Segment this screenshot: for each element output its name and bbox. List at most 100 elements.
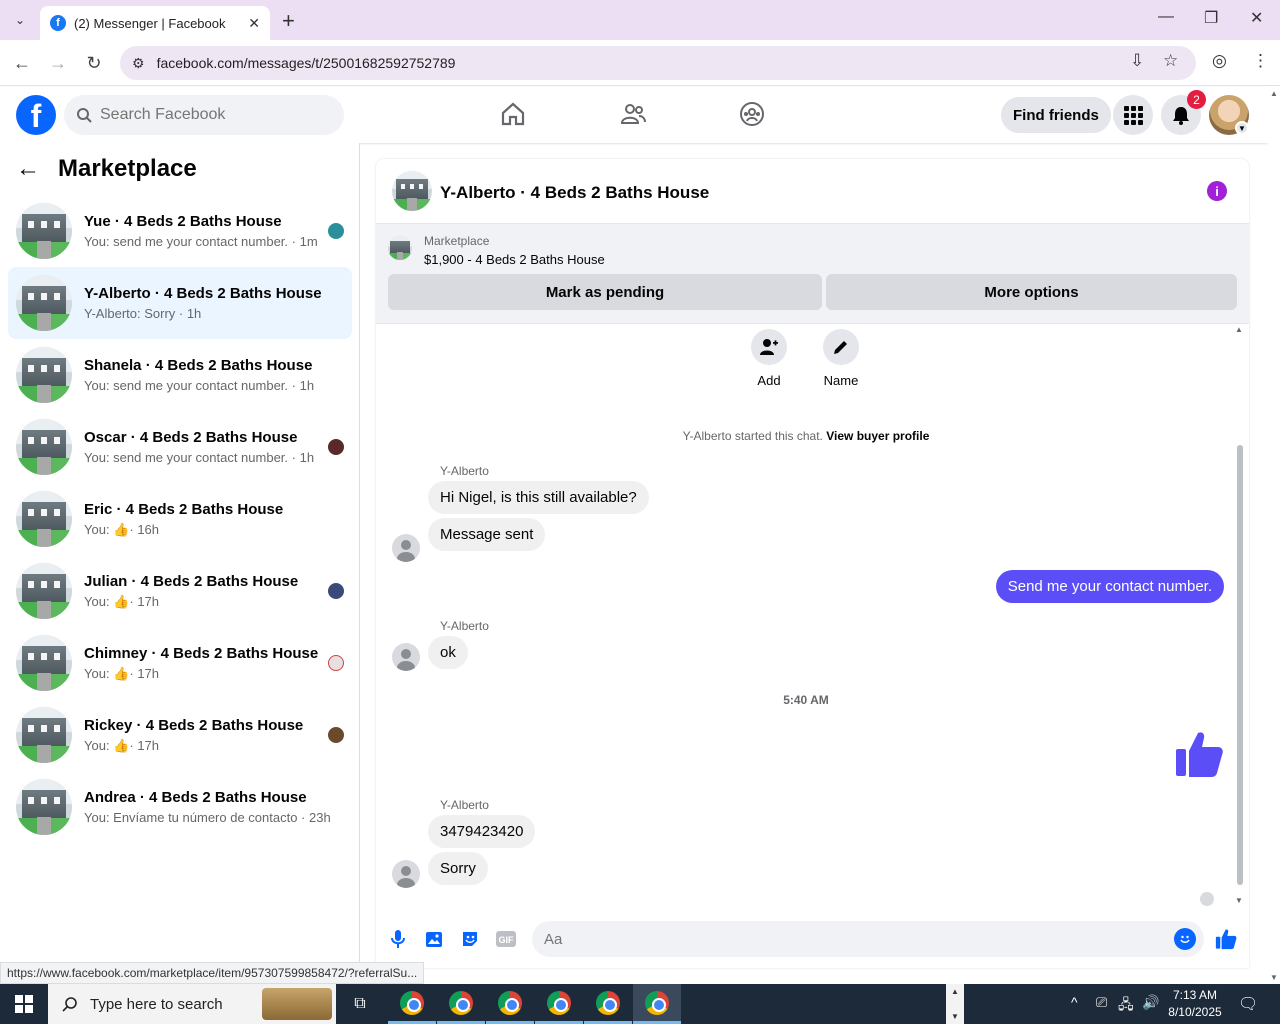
profile-icon[interactable]: ◎	[1212, 51, 1227, 71]
chevron-down-icon[interactable]: ▼	[951, 1012, 959, 1021]
incoming-message[interactable]: Hi Nigel, is this still available?	[428, 481, 649, 514]
conversation-item[interactable]: Chimney · 4 Beds 2 Baths House You: 👍· 1…	[8, 627, 352, 699]
install-app-icon[interactable]: ⇩	[1130, 51, 1144, 71]
page-scroll-up-icon[interactable]: ▲	[1270, 89, 1278, 98]
volume-icon[interactable]: 🔊	[1142, 994, 1159, 1011]
conversation-name: Shanela · 4 Beds 2 Baths House	[84, 357, 313, 374]
home-icon[interactable]	[498, 99, 528, 129]
emoji-icon[interactable]	[1174, 928, 1196, 950]
conversation-item-active[interactable]: Y-Alberto · 4 Beds 2 Baths House Y-Alber…	[8, 267, 352, 339]
address-bar[interactable]: ⚙ facebook.com/messages/t/25001682592752…	[120, 46, 1196, 80]
tab-search-button[interactable]: ⌄	[8, 8, 32, 32]
thumbs-up-icon: 👍	[113, 737, 130, 753]
listing-thumbnail	[16, 347, 72, 403]
page-scroll-down-icon[interactable]: ▼	[1270, 973, 1278, 982]
conversation-item[interactable]: Rickey · 4 Beds 2 Baths House You: 👍· 17…	[8, 699, 352, 771]
microphone-icon[interactable]	[386, 927, 410, 951]
sender-avatar[interactable]	[392, 534, 420, 562]
scroll-up-icon[interactable]: ▲	[1235, 325, 1243, 334]
taskbar-search[interactable]: Type here to search	[48, 984, 336, 1024]
marketplace-sidebar: ← Marketplace Yue · 4 Beds 2 Baths House…	[0, 143, 360, 968]
conversation-preview: You: send me your contact number. · 1m	[84, 234, 318, 249]
add-people-action[interactable]: Add	[739, 329, 799, 388]
more-options-button[interactable]: More options	[826, 274, 1237, 310]
listing-price-title[interactable]: $1,900 - 4 Beds 2 Baths House	[424, 252, 605, 267]
back-icon[interactable]: ←	[9, 50, 35, 76]
chrome-taskbar-app-active[interactable]	[633, 984, 681, 1024]
chrome-taskbar-app[interactable]	[388, 984, 436, 1024]
facebook-logo-icon[interactable]: f	[16, 95, 56, 135]
back-arrow-icon[interactable]: ←	[16, 155, 40, 183]
info-icon[interactable]: i	[1207, 181, 1227, 201]
menu-grid-icon[interactable]	[1113, 95, 1153, 135]
sender-avatar[interactable]	[392, 643, 420, 671]
name-chat-action[interactable]: Name	[811, 329, 871, 388]
page-scrollbar[interactable]: ▲ ▼	[1268, 87, 1280, 984]
chrome-taskbar-app[interactable]	[486, 984, 534, 1024]
message-input[interactable]	[544, 930, 1154, 948]
address-url[interactable]: facebook.com/messages/t/2500168259275278…	[157, 55, 456, 71]
gif-icon[interactable]: GIF	[494, 927, 518, 951]
incoming-message[interactable]: ok	[428, 636, 468, 669]
taskbar-scroll[interactable]: ▲ ▼	[946, 984, 964, 1024]
message-scrollbar[interactable]: ▲ ▼	[1235, 325, 1245, 905]
restore-icon[interactable]: ❐	[1204, 8, 1218, 28]
tray-chevron-icon[interactable]: ^	[1071, 994, 1078, 1010]
chrome-taskbar-app[interactable]	[437, 984, 485, 1024]
message-input-wrapper[interactable]	[532, 921, 1204, 957]
sticker-icon[interactable]	[458, 927, 482, 951]
conversation-item[interactable]: Yue · 4 Beds 2 Baths House You: send me …	[8, 195, 352, 267]
friends-icon[interactable]	[618, 99, 648, 129]
scrollbar-thumb[interactable]	[1237, 445, 1243, 885]
tray-device-icon[interactable]: ⎚	[1096, 994, 1107, 1011]
find-friends-button[interactable]: Find friends	[1001, 97, 1111, 133]
conversation-item[interactable]: Shanela · 4 Beds 2 Baths House You: send…	[8, 339, 352, 411]
chevron-up-icon[interactable]: ▲	[951, 987, 959, 996]
reload-icon[interactable]: ↻	[81, 50, 107, 76]
sender-avatar[interactable]	[392, 860, 420, 888]
conversation-item[interactable]: Julian · 4 Beds 2 Baths House You: 👍· 17…	[8, 555, 352, 627]
browser-menu-icon[interactable]: ⋮	[1252, 51, 1269, 71]
photo-icon[interactable]	[422, 927, 446, 951]
conversation-item[interactable]: Eric · 4 Beds 2 Baths House You: 👍· 16h	[8, 483, 352, 555]
chevron-down-icon[interactable]: ▼	[1235, 121, 1249, 135]
chat-listing-thumbnail[interactable]	[392, 171, 432, 211]
network-icon[interactable]: 🖧	[1118, 994, 1134, 1018]
listing-thumbnail	[16, 419, 72, 475]
search-input[interactable]	[100, 106, 320, 124]
send-like-icon[interactable]	[1214, 927, 1238, 951]
view-buyer-profile-link[interactable]: View buyer profile	[826, 429, 929, 443]
search-highlight-image[interactable]	[262, 988, 332, 1020]
bookmark-star-icon[interactable]: ☆	[1163, 51, 1178, 71]
site-info-icon[interactable]: ⚙	[132, 55, 145, 72]
browser-tab-messenger[interactable]: f (2) Messenger | Facebook ✕	[40, 6, 270, 40]
windows-start-icon[interactable]	[0, 984, 48, 1024]
chrome-taskbar-app[interactable]	[584, 984, 632, 1024]
minimize-icon[interactable]: —	[1158, 8, 1174, 26]
tab-close-icon[interactable]: ✕	[248, 15, 260, 32]
conversation-preview: You: 👍· 17h	[84, 594, 352, 610]
new-tab-button[interactable]: +	[282, 8, 295, 34]
conversation-item[interactable]: Oscar · 4 Beds 2 Baths House You: send m…	[8, 411, 352, 483]
seen-avatar	[328, 655, 344, 671]
conversation-item[interactable]: Andrea · 4 Beds 2 Baths House You: Envía…	[8, 771, 352, 843]
listing-thumbnail-small[interactable]	[388, 236, 412, 260]
chat-title[interactable]: Y-Alberto · 4 Beds 2 Baths House	[440, 183, 709, 203]
outgoing-message[interactable]: Send me your contact number.	[995, 570, 1224, 603]
incoming-message[interactable]: 3479423420	[428, 815, 536, 848]
groups-icon[interactable]	[737, 99, 767, 129]
window-close-icon[interactable]: ✕	[1250, 8, 1263, 28]
conversation-preview: You: 👍· 16h	[84, 522, 352, 538]
chrome-taskbar-app[interactable]	[535, 984, 583, 1024]
sent-like-icon[interactable]	[1174, 729, 1224, 784]
add-label: Add	[757, 373, 781, 388]
incoming-message[interactable]: Message sent	[428, 518, 546, 551]
incoming-message[interactable]: Sorry	[428, 852, 488, 885]
taskbar-clock[interactable]: 7:13 AM 8/10/2025	[1160, 987, 1230, 1021]
notification-center-icon[interactable]: 🗨	[1238, 994, 1258, 1014]
facebook-search[interactable]	[64, 95, 344, 135]
forward-icon[interactable]: →	[45, 50, 71, 76]
task-view-icon[interactable]: ⧉	[348, 992, 372, 1016]
mark-as-pending-button[interactable]: Mark as pending	[388, 274, 822, 310]
scroll-down-icon[interactable]: ▼	[1235, 896, 1243, 905]
